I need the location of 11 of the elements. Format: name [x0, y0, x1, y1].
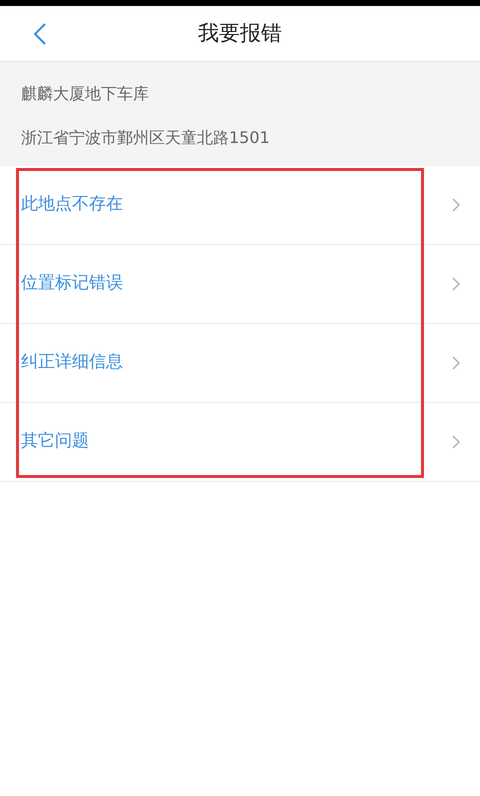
report-option[interactable]: 纠正详细信息 [0, 324, 480, 403]
report-option[interactable]: 其它问题 [0, 403, 480, 482]
chevron-right-icon [452, 198, 460, 212]
place-address: 浙江省宁波市鄞州区天童北路1501 [21, 127, 271, 149]
report-option[interactable]: 此地点不存在 [0, 166, 480, 245]
page-title: 我要报错 [198, 20, 282, 47]
chevron-right-icon [452, 356, 460, 370]
report-option[interactable]: 位置标记错误 [0, 245, 480, 324]
place-name: 麒麟大厦地下车库 [21, 83, 150, 105]
chevron-right-icon [452, 435, 460, 449]
chevron-right-icon [452, 277, 460, 291]
